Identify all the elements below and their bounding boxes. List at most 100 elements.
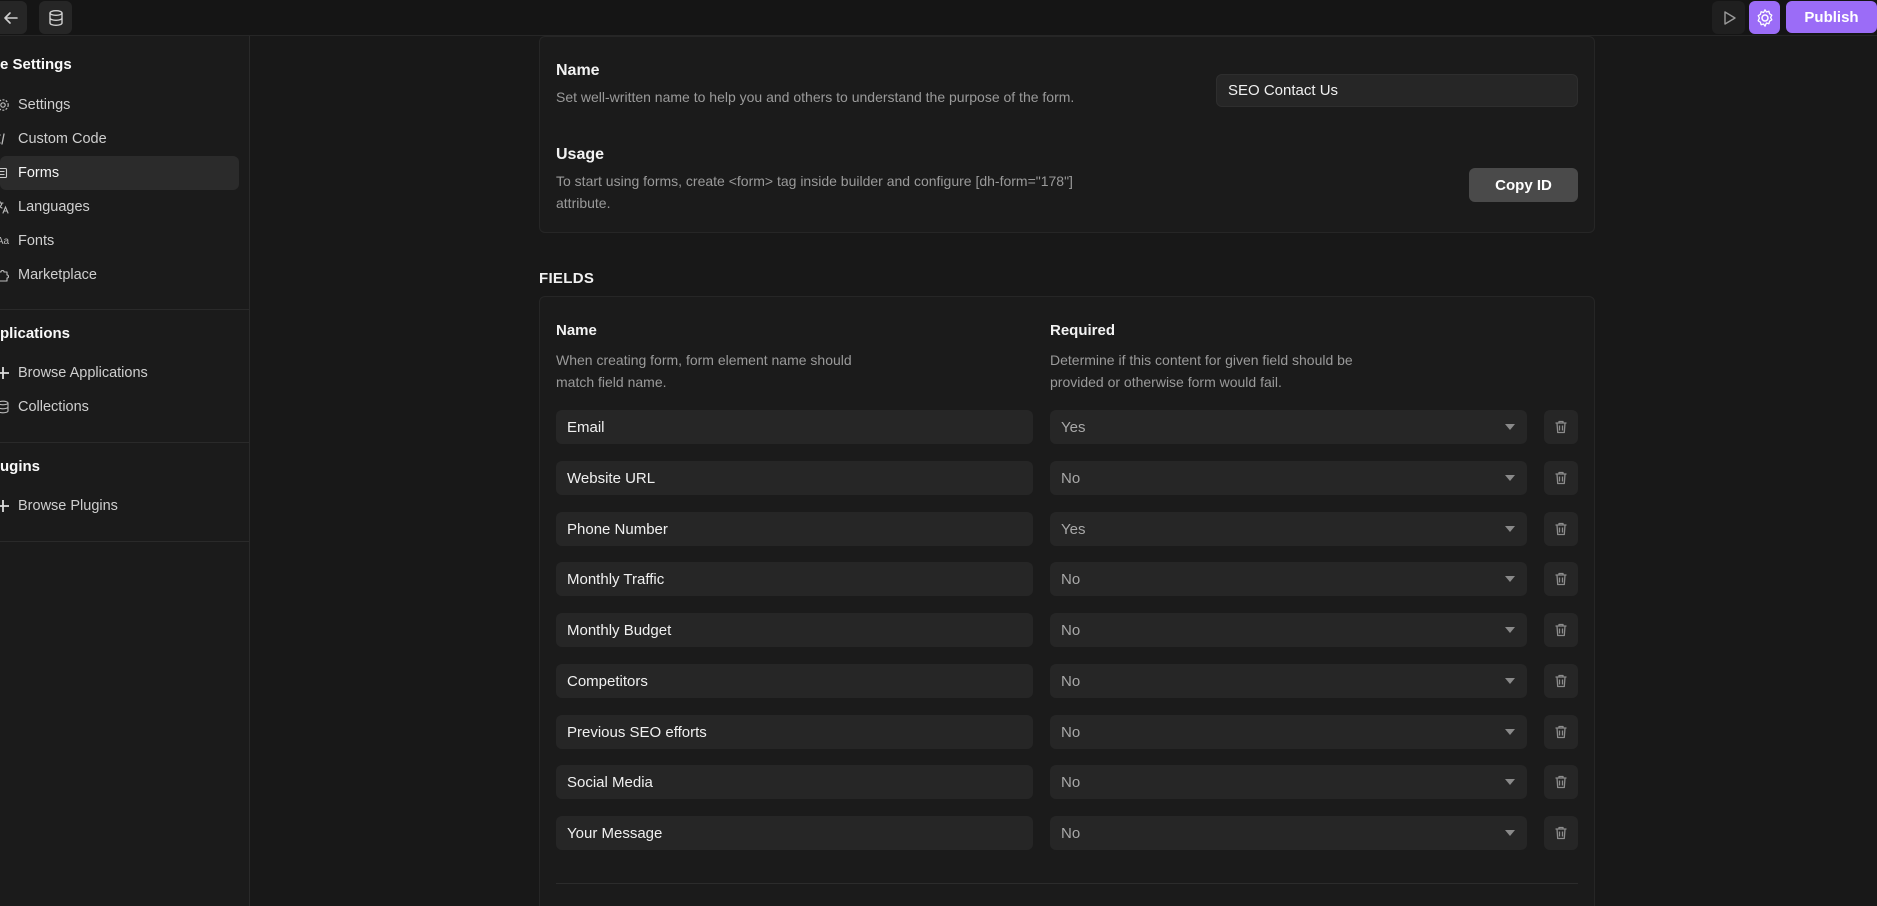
trash-icon (1555, 572, 1567, 586)
field-row: Social Media No (556, 765, 1578, 799)
sidebar-item-fonts[interactable]: Aa Fonts (0, 224, 239, 258)
sidebar-item-label: Custom Code (18, 131, 107, 147)
field-name-input[interactable]: Previous SEO efforts (556, 715, 1033, 749)
field-row: Competitors No (556, 664, 1578, 698)
field-name-input[interactable]: Website URL (556, 461, 1033, 495)
field-required-value: No (1061, 570, 1081, 588)
trash-icon (1555, 471, 1567, 485)
delete-field-button[interactable] (1544, 816, 1578, 850)
field-required-select[interactable]: No (1050, 664, 1527, 698)
field-name-input[interactable]: Your Message (556, 816, 1033, 850)
top-bar: Publish (0, 0, 1877, 36)
translate-icon (0, 200, 10, 214)
field-required-select[interactable]: No (1050, 461, 1527, 495)
field-required-value: No (1061, 672, 1081, 690)
sidebar-item-browse-applications[interactable]: Browse Applications (0, 356, 239, 390)
arrow-left-icon (3, 11, 18, 24)
sidebar-item-label: Marketplace (18, 267, 97, 283)
field-row: Previous SEO efforts No (556, 715, 1578, 749)
field-name-column-title: Name (556, 322, 597, 339)
field-row: Website URL No (556, 461, 1578, 495)
field-required-select[interactable]: Yes (1050, 410, 1527, 444)
sidebar-item-forms[interactable]: Forms (0, 156, 239, 190)
fields-bottom-divider (556, 883, 1578, 884)
chevron-down-icon (1505, 526, 1515, 532)
usage-title: Usage (556, 146, 605, 163)
delete-field-button[interactable] (1544, 664, 1578, 698)
sidebar-item-browse-plugins[interactable]: Browse Plugins (0, 489, 239, 523)
required-column-desc-line1: Determine if this content for given fiel… (1050, 352, 1353, 368)
sidebar-divider (0, 541, 250, 542)
sidebar-item-marketplace[interactable]: Marketplace (0, 258, 239, 292)
form-info-card (539, 36, 1595, 233)
sidebar-item-label: Forms (18, 165, 60, 181)
sidebar-item-custom-code[interactable]: Custom Code (0, 122, 239, 156)
chevron-down-icon (1505, 475, 1515, 481)
field-row: Phone Number Yes (556, 512, 1578, 546)
field-required-select[interactable]: Yes (1050, 512, 1527, 546)
sidebar-item-label: Settings (18, 97, 71, 113)
field-required-value: No (1061, 824, 1081, 842)
list-icon (0, 166, 10, 180)
publish-button[interactable]: Publish (1786, 1, 1877, 33)
puzzle-icon (0, 268, 10, 282)
field-name-column-desc-line2: match field name. (556, 374, 667, 390)
chevron-down-icon (1505, 627, 1515, 633)
delete-field-button[interactable] (1544, 715, 1578, 749)
code-icon (0, 132, 10, 146)
gear-icon (0, 98, 10, 112)
settings-button[interactable] (1749, 1, 1780, 34)
sidebar-item-collections[interactable]: Collections (0, 390, 239, 424)
database-button[interactable] (39, 1, 72, 34)
sidebar-divider (0, 442, 250, 443)
field-required-select[interactable]: No (1050, 816, 1527, 850)
field-name-column-desc-line1: When creating form, form element name sh… (556, 352, 852, 368)
field-required-value: No (1061, 723, 1081, 741)
sidebar-item-label: Collections (18, 399, 89, 415)
field-name-input[interactable]: Email (556, 410, 1033, 444)
fields-section-title: FIELDS (539, 270, 595, 287)
field-name-input[interactable]: Competitors (556, 664, 1033, 698)
back-button[interactable] (0, 1, 27, 34)
sidebar-section-title: ugins (0, 458, 40, 475)
sidebar-item-settings[interactable]: Settings (0, 88, 239, 122)
plus-icon (0, 366, 10, 380)
field-required-value: Yes (1061, 520, 1086, 538)
delete-field-button[interactable] (1544, 512, 1578, 546)
field-name-input[interactable]: Monthly Budget (556, 613, 1033, 647)
delete-field-button[interactable] (1544, 410, 1578, 444)
copy-id-button[interactable]: Copy ID (1469, 168, 1578, 202)
chevron-down-icon (1505, 678, 1515, 684)
preview-button[interactable] (1712, 1, 1745, 34)
name-description: Set well-written name to help you and ot… (556, 89, 1075, 105)
field-name-input[interactable]: Social Media (556, 765, 1033, 799)
database-icon (0, 400, 10, 414)
trash-icon (1555, 420, 1567, 434)
trash-icon (1555, 826, 1567, 840)
field-required-select[interactable]: No (1050, 765, 1527, 799)
field-name-input[interactable]: Phone Number (556, 512, 1033, 546)
sidebar-section-title: e Settings (0, 56, 72, 73)
font-icon: Aa (0, 235, 10, 247)
usage-description-line1: To start using forms, create <form> tag … (556, 173, 1073, 189)
usage-description-line2: attribute. (556, 195, 611, 211)
sidebar-item-label: Languages (18, 199, 90, 215)
form-name-input[interactable] (1216, 74, 1578, 107)
field-required-select[interactable]: No (1050, 715, 1527, 749)
trash-icon (1555, 623, 1567, 637)
delete-field-button[interactable] (1544, 765, 1578, 799)
delete-field-button[interactable] (1544, 562, 1578, 596)
delete-field-button[interactable] (1544, 461, 1578, 495)
field-required-value: No (1061, 621, 1081, 639)
name-title: Name (556, 62, 600, 79)
field-required-select[interactable]: No (1050, 613, 1527, 647)
chevron-down-icon (1505, 779, 1515, 785)
gear-icon (1757, 8, 1772, 27)
field-required-value: No (1061, 773, 1081, 791)
required-column-title: Required (1050, 322, 1116, 339)
delete-field-button[interactable] (1544, 613, 1578, 647)
field-required-select[interactable]: No (1050, 562, 1527, 596)
field-name-input[interactable]: Monthly Traffic (556, 562, 1033, 596)
sidebar-item-languages[interactable]: Languages (0, 190, 239, 224)
field-row: Monthly Budget No (556, 613, 1578, 647)
